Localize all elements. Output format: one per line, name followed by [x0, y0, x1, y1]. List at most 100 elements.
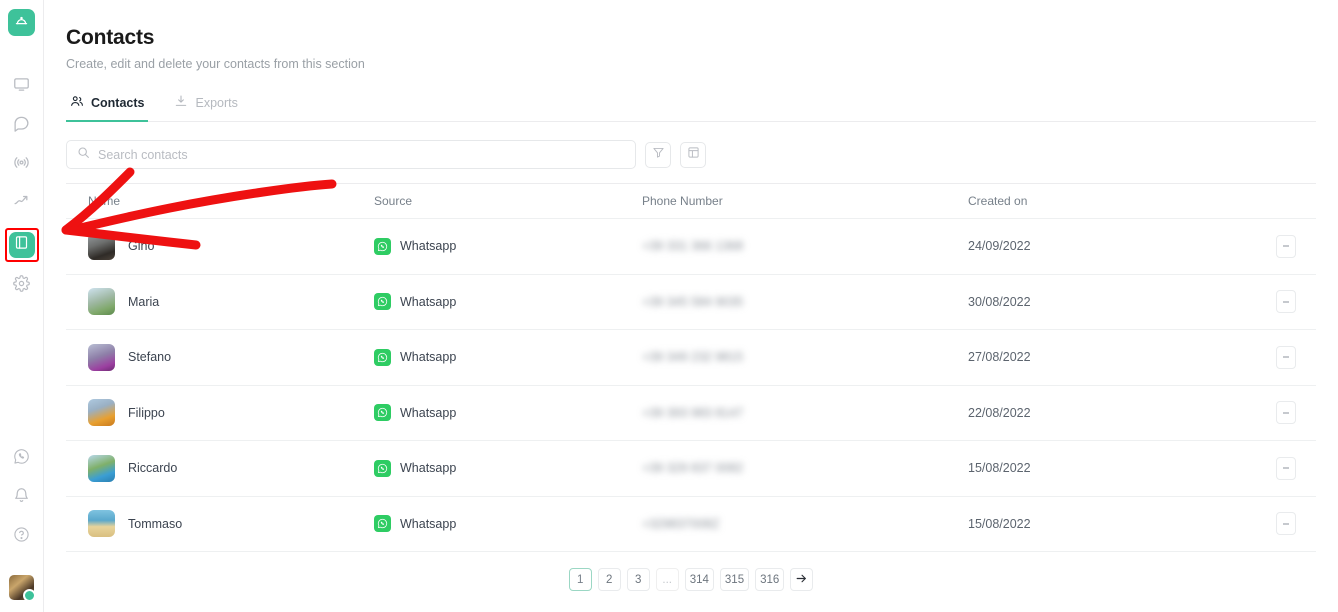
people-icon — [70, 94, 84, 111]
table-row[interactable]: Gino Whatsapp +39 331 366 1368 24/09/202… — [66, 218, 1316, 274]
table-row[interactable]: Stefano Whatsapp +39 349 232 9815 27/08/… — [66, 329, 1316, 385]
cell-source-label: Whatsapp — [400, 406, 456, 420]
pagination-page-314[interactable]: 314 — [685, 568, 714, 591]
sidebar-item-notifications[interactable] — [7, 483, 37, 513]
app-logo[interactable] — [8, 9, 35, 36]
tab-exports-label: Exports — [195, 96, 237, 110]
broadcast-icon — [13, 154, 30, 176]
cell-phone: +329837008Z — [642, 517, 720, 531]
search-input[interactable] — [98, 148, 625, 162]
monitor-icon — [13, 76, 30, 98]
avatar — [88, 288, 115, 315]
cell-source: Whatsapp — [374, 515, 642, 532]
cell-source: Whatsapp — [374, 349, 642, 366]
avatar — [88, 399, 115, 426]
table-row[interactable]: Maria Whatsapp +39 345 584 9035 30/08/20… — [66, 274, 1316, 330]
sidebar-item-help[interactable] — [7, 522, 37, 552]
sidebar-item-dashboard[interactable] — [7, 72, 37, 102]
pagination-page-315[interactable]: 315 — [720, 568, 749, 591]
table-row[interactable]: Tommaso Whatsapp +329837008Z 15/08/2022 — [66, 496, 1316, 552]
sidebar-item-whatsapp[interactable] — [7, 444, 37, 474]
whatsapp-icon — [374, 293, 391, 310]
table-row[interactable]: Riccardo Whatsapp +39 329 837 0082 15/08… — [66, 440, 1316, 496]
cell-phone: +39 331 366 1368 — [642, 239, 743, 253]
sidebar-item-contacts[interactable] — [5, 228, 39, 262]
cell-source-label: Whatsapp — [400, 517, 456, 531]
cell-source-label: Whatsapp — [400, 239, 456, 253]
tab-contacts[interactable]: Contacts — [66, 94, 148, 121]
cell-source: Whatsapp — [374, 238, 642, 255]
column-header-phone: Phone Number — [642, 194, 968, 208]
column-header-source: Source — [374, 194, 642, 208]
cell-source: Whatsapp — [374, 404, 642, 421]
cell-created-on: 27/08/2022 — [968, 350, 1031, 364]
bell-icon — [13, 487, 30, 509]
cell-source-label: Whatsapp — [400, 350, 456, 364]
sidebar-item-broadcast[interactable] — [7, 150, 37, 180]
sidebar-item-settings[interactable] — [7, 271, 37, 301]
pagination-page-2[interactable]: 2 — [598, 568, 621, 591]
pagination-page-1[interactable]: 1 — [569, 568, 592, 591]
columns-button[interactable] — [680, 142, 706, 168]
table-columns-icon — [687, 146, 700, 164]
sidebar-item-analytics[interactable] — [7, 189, 37, 219]
kebab-menu-icon[interactable] — [1276, 512, 1296, 535]
avatar — [88, 455, 115, 482]
kebab-menu-icon[interactable] — [1276, 235, 1296, 258]
kebab-menu-icon[interactable] — [1276, 346, 1296, 369]
gear-icon — [13, 275, 30, 297]
filter-button[interactable] — [645, 142, 671, 168]
pagination-page-3[interactable]: 3 — [627, 568, 650, 591]
whatsapp-icon — [374, 515, 391, 532]
pagination-next-button[interactable] — [790, 568, 813, 591]
cell-phone: +39 349 232 9815 — [642, 350, 743, 364]
cell-phone: +39 329 837 0082 — [642, 461, 743, 475]
service-bell-icon — [14, 13, 29, 33]
whatsapp-icon — [374, 460, 391, 477]
tab-exports[interactable]: Exports — [170, 94, 241, 121]
sidebar-nav — [5, 72, 39, 310]
kebab-menu-icon[interactable] — [1276, 457, 1296, 480]
download-icon — [174, 94, 188, 111]
table-row[interactable]: Filippo Whatsapp +39 393 983 8147 22/08/… — [66, 385, 1316, 441]
sidebar-item-contacts-active-bg — [9, 232, 35, 258]
tab-bar: Contacts Exports — [66, 94, 1316, 122]
cell-name: Stefano — [128, 350, 171, 364]
whatsapp-icon — [13, 448, 30, 470]
cell-created-on: 30/08/2022 — [968, 295, 1031, 309]
kebab-menu-icon[interactable] — [1276, 401, 1296, 424]
cell-source-label: Whatsapp — [400, 295, 456, 309]
page-subtitle: Create, edit and delete your contacts fr… — [66, 57, 1338, 71]
whatsapp-icon — [374, 404, 391, 421]
cell-name: Gino — [128, 239, 154, 253]
search-icon — [77, 146, 90, 164]
whatsapp-icon — [374, 238, 391, 255]
contacts-book-icon — [14, 235, 29, 255]
cell-created-on: 24/09/2022 — [968, 239, 1031, 253]
avatar[interactable] — [9, 575, 34, 600]
pagination-page-316[interactable]: 316 — [755, 568, 784, 591]
search-box[interactable] — [66, 140, 636, 169]
avatar — [88, 233, 115, 260]
arrow-right-icon — [795, 572, 808, 588]
contacts-table: Name Source Phone Number Created on Gino — [66, 183, 1316, 551]
table-header-row: Name Source Phone Number Created on — [66, 184, 1316, 218]
cell-created-on: 15/08/2022 — [968, 461, 1031, 475]
whatsapp-icon — [374, 349, 391, 366]
avatar — [88, 510, 115, 537]
cell-created-on: 15/08/2022 — [968, 517, 1031, 531]
pagination-ellipsis: ... — [656, 568, 679, 591]
column-header-created-on: Created on — [968, 194, 1256, 208]
page-title: Contacts — [66, 26, 1338, 50]
cell-source: Whatsapp — [374, 460, 642, 477]
pagination: 1 2 3 ... 314 315 316 — [66, 551, 1316, 607]
cell-name: Riccardo — [128, 461, 177, 475]
kebab-menu-icon[interactable] — [1276, 290, 1296, 313]
sidebar-item-conversations[interactable] — [7, 111, 37, 141]
trending-up-icon — [13, 193, 30, 215]
search-toolbar — [66, 140, 1316, 169]
sidebar — [0, 0, 44, 612]
chat-bubble-icon — [13, 115, 30, 137]
cell-name: Maria — [128, 295, 159, 309]
cell-source: Whatsapp — [374, 293, 642, 310]
